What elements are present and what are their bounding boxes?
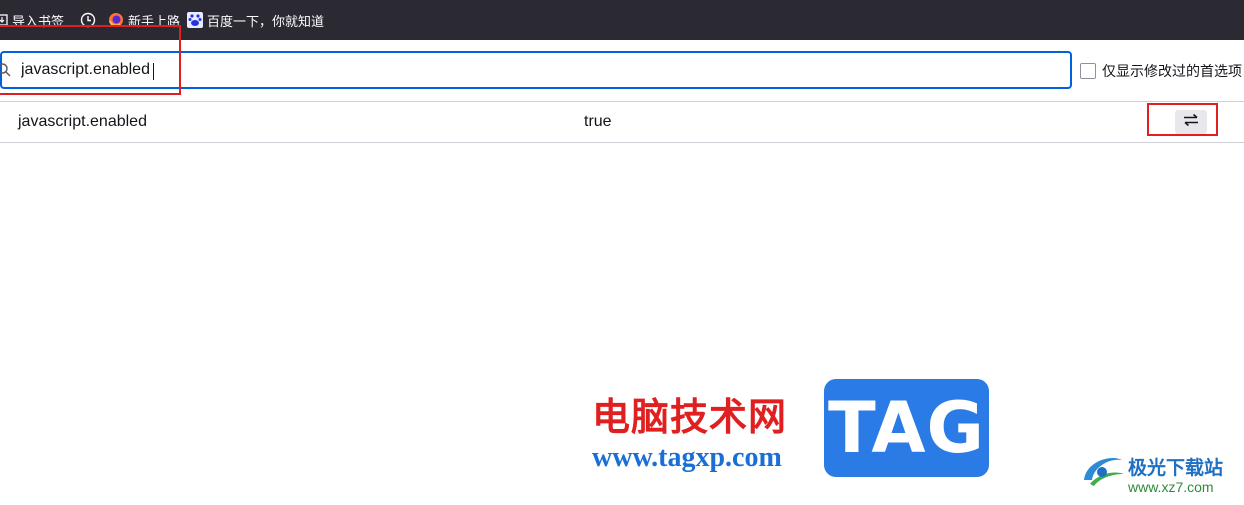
bookmark-import[interactable]: 导入书签 — [0, 0, 64, 40]
xz7-logo-icon — [1080, 450, 1126, 495]
modified-only-filter[interactable]: 仅显示修改过的首选项 — [1080, 61, 1242, 81]
text-caret — [153, 63, 154, 80]
bookmark-label: 百度一下，你就知道 — [207, 13, 325, 29]
toggle-icon — [1182, 113, 1200, 132]
search-icon — [0, 62, 12, 83]
toggle-button[interactable] — [1175, 110, 1207, 134]
bookmarks-toolbar: 导入书签 新手上路 百度一下，你就知道 — [0, 0, 1244, 40]
baidu-icon — [187, 12, 203, 28]
search-input[interactable] — [21, 53, 1061, 87]
watermark-xz7: 极光下载站 www.xz7.com — [1080, 450, 1244, 500]
search-box[interactable] — [0, 51, 1072, 89]
bookmark-history[interactable] — [80, 0, 100, 40]
modified-only-checkbox[interactable] — [1080, 63, 1096, 79]
watermark-xz7-url: www.xz7.com — [1128, 479, 1214, 495]
bookmark-label: 新手上路 — [128, 13, 181, 29]
watermark-site-title: 电脑技术网 — [592, 395, 788, 439]
watermark-site: 电脑技术网 www.tagxp.com — [592, 386, 788, 473]
pref-value[interactable]: true — [584, 113, 612, 131]
bookmark-baidu[interactable]: 百度一下，你就知道 — [187, 0, 324, 40]
history-icon — [80, 12, 96, 28]
watermark-xz7-name: 极光下载站 — [1128, 457, 1224, 479]
modified-only-label: 仅显示修改过的首选项 — [1102, 63, 1242, 79]
firefox-icon — [108, 12, 124, 28]
watermark-tag-logo: TAG — [824, 379, 989, 477]
watermark-site-url: www.tagxp.com — [592, 442, 782, 473]
bookmark-label: 导入书签 — [12, 13, 65, 29]
pref-row: javascript.enabled true — [0, 102, 1244, 142]
pref-name: javascript.enabled — [18, 113, 147, 130]
bookmark-getting-started[interactable]: 新手上路 — [108, 0, 180, 40]
import-icon — [0, 14, 8, 26]
prefs-table-bottom-border — [0, 142, 1244, 143]
